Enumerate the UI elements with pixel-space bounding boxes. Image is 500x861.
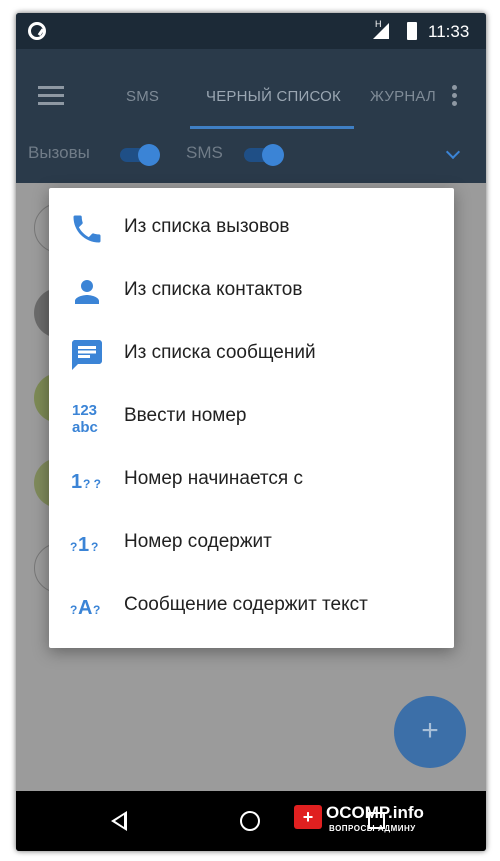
watermark-title: OCOMP.info	[326, 803, 424, 822]
network-type: H	[375, 19, 382, 29]
home-icon[interactable]	[240, 811, 260, 831]
clock: 11:33	[428, 22, 470, 41]
menu-item-enter-number[interactable]: 123 abc Ввести номер	[49, 387, 454, 450]
starts-with-icon: 1 ? ?	[71, 471, 101, 493]
menu-item-label: Из списка вызовов	[124, 216, 290, 237]
menu-icon[interactable]	[38, 86, 64, 106]
watermark-subtitle: ВОПРОСЫ АДМИНУ	[329, 824, 416, 833]
keypad-icon: 123 abc	[72, 402, 98, 436]
menu-item-from-messages[interactable]: Из списка сообщений	[49, 324, 454, 387]
tab-blacklist[interactable]: ЧЕРНЫЙ СПИСОК	[206, 88, 341, 105]
message-contains-icon: ? A ?	[70, 597, 101, 619]
calls-toggle[interactable]	[120, 144, 162, 166]
menu-item-starts-with[interactable]: 1 ? ? Номер начинается с	[49, 450, 454, 513]
tab-journal[interactable]: ЖУРНАЛ	[370, 88, 436, 105]
status-bar: H 11:33	[16, 13, 486, 49]
navigation-bar: + OCOMP.info ВОПРОСЫ АДМИНУ	[16, 791, 486, 851]
menu-item-label: Номер содержит	[124, 531, 272, 552]
calls-filter-label: Вызовы	[28, 143, 90, 162]
person-icon	[69, 274, 105, 310]
watermark-badge: +	[294, 805, 322, 829]
filter-bar: Вызовы SMS	[16, 129, 486, 183]
shield-icon	[28, 22, 46, 40]
tab-sms[interactable]: SMS	[126, 88, 159, 105]
watermark-logo: + OCOMP.info ВОПРОСЫ АДМИНУ	[294, 803, 444, 839]
sms-toggle[interactable]	[244, 144, 286, 166]
back-icon[interactable]	[111, 811, 127, 831]
menu-item-message-contains[interactable]: ? A ? Сообщение содержит текст	[49, 576, 454, 639]
phone-icon	[69, 211, 105, 247]
menu-item-contains[interactable]: ? 1 ? Номер содержит	[49, 513, 454, 576]
toolbar: SMS ЧЕРНЫЙ СПИСОК ЖУРНАЛ	[16, 49, 486, 129]
menu-item-label: Из списка сообщений	[124, 342, 316, 363]
menu-item-from-contacts[interactable]: Из списка контактов	[49, 261, 454, 324]
overflow-menu-icon[interactable]	[452, 85, 458, 109]
add-to-blacklist-dialog: Из списка вызовов Из списка контактов Из…	[49, 188, 454, 648]
message-icon	[69, 337, 105, 373]
sms-filter-label: SMS	[186, 143, 223, 162]
menu-item-label: Из списка контактов	[124, 279, 303, 300]
chevron-down-icon[interactable]	[445, 144, 461, 160]
menu-item-label: Номер начинается с	[124, 468, 303, 489]
menu-item-from-calls[interactable]: Из списка вызовов	[49, 198, 454, 261]
menu-item-label: Ввести номер	[124, 405, 247, 426]
add-button[interactable]: +	[394, 696, 466, 768]
battery-icon	[407, 22, 417, 40]
contains-icon: ? 1 ?	[70, 534, 99, 556]
menu-item-label: Сообщение содержит текст	[124, 594, 368, 615]
